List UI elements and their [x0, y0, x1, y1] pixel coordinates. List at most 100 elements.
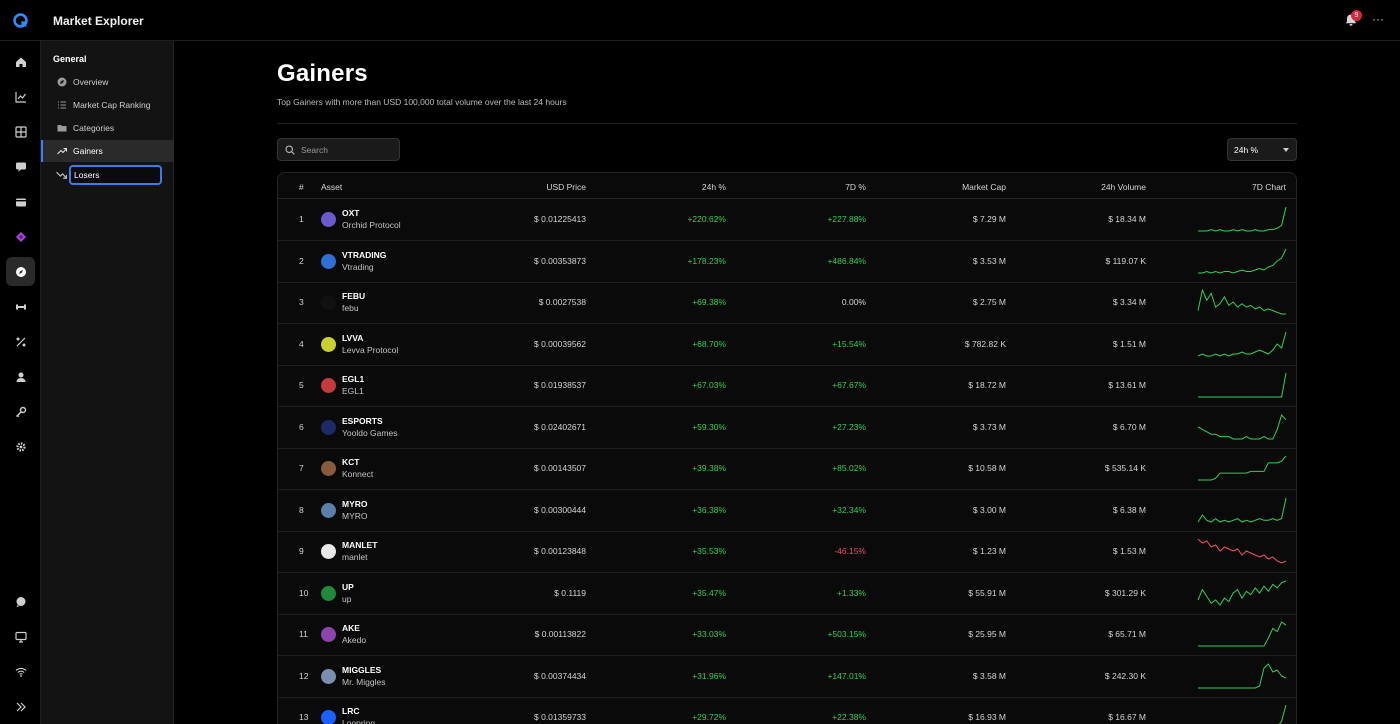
sparkline-line: [1197, 289, 1286, 315]
column-header-rank[interactable]: #: [299, 182, 304, 192]
sparkline-chart: [1197, 331, 1287, 357]
change-24h: +69.38%: [692, 297, 726, 307]
chat-icon[interactable]: [12, 593, 29, 610]
row-rank: 3: [299, 297, 304, 307]
compass-icon[interactable]: [12, 263, 29, 280]
asset-name: EGL1: [342, 386, 364, 396]
column-header-price[interactable]: USD Price: [546, 182, 586, 192]
expand-icon[interactable]: [12, 698, 29, 715]
row-rank: 9: [299, 546, 304, 556]
volume-24h: $ 1.53 M: [1112, 546, 1146, 556]
home-icon[interactable]: [12, 53, 29, 70]
change-7d: -46.15%: [834, 546, 866, 556]
table-row[interactable]: 8 MYRO MYRO $ 0.00300444 +36.38% +32.34%…: [278, 490, 1296, 532]
table-row[interactable]: 3 FEBU febu $ 0.0027538 +69.38% 0.00% $ …: [278, 282, 1296, 324]
asset-symbol[interactable]: MANLET: [342, 540, 377, 550]
app-logo-icon[interactable]: [12, 12, 29, 29]
wifi-icon[interactable]: [12, 663, 29, 680]
percent-icon[interactable]: [12, 333, 29, 350]
sparkline-chart: [1198, 206, 1287, 232]
table-row[interactable]: 10 UP up $ 0.1119 +35.47% +1.33% $ 55.91…: [278, 573, 1296, 615]
volume-24h: $ 301.29 K: [1104, 587, 1146, 598]
column-header-7d[interactable]: 7D %: [845, 182, 866, 192]
sidebar-item-market-cap-ranking[interactable]: Market Cap Ranking: [41, 94, 174, 116]
row-rank: 11: [299, 629, 308, 639]
gainers-table: # Asset USD Price 24h % 7D % Market Cap …: [277, 172, 1297, 724]
wallet-icon[interactable]: [12, 193, 29, 210]
asset-name: Akedo: [342, 635, 367, 645]
search-input[interactable]: [301, 144, 391, 155]
asset-symbol[interactable]: LRC: [342, 706, 359, 716]
usd-price: $ 0.1119: [554, 587, 586, 598]
asset-symbol[interactable]: FEBU: [342, 291, 365, 301]
asset-symbol[interactable]: MIGGLES: [342, 665, 381, 675]
asset-symbol[interactable]: MYRO: [342, 499, 368, 509]
asset-symbol[interactable]: OXT: [342, 208, 359, 218]
asset-name: Orchid Protocol: [342, 220, 401, 230]
row-rank: 5: [299, 380, 304, 390]
sparkline-line: [1198, 662, 1287, 688]
key-icon[interactable]: [12, 403, 29, 420]
column-header-asset[interactable]: Asset: [321, 182, 342, 192]
asset-symbol[interactable]: UP: [342, 582, 354, 592]
dumbbell-icon[interactable]: [12, 298, 29, 315]
asset-symbol[interactable]: EGL1: [342, 374, 364, 384]
sparkline-chart: [1198, 455, 1287, 481]
table-row[interactable]: 11 AKE Akedo $ 0.00113822 +33.03% +503.1…: [278, 614, 1296, 656]
asset-symbol[interactable]: LVVA: [342, 333, 363, 343]
sidebar-item-overview[interactable]: Overview: [41, 71, 174, 93]
table-row[interactable]: 4 LVVA Levva Protocol $ 0.00039562 +68.7…: [278, 324, 1296, 366]
change-24h: +29.72%: [692, 712, 726, 722]
change-24h: +68.70%: [692, 338, 726, 349]
trending-up-icon: [56, 146, 67, 157]
asset-name: Yooldo Games: [342, 427, 398, 438]
coin-logo-icon: [321, 710, 336, 724]
chevron-down-icon: [1283, 148, 1289, 152]
table-row[interactable]: 1 OXT Orchid Protocol $ 0.01225413 +220.…: [278, 199, 1296, 241]
asset-symbol[interactable]: ESPORTS: [342, 416, 383, 426]
app-title: Market Explorer: [53, 14, 144, 28]
monitor-icon[interactable]: [12, 628, 29, 645]
column-header-7d-chart: 7D Chart: [1251, 182, 1286, 192]
sparkline-line: [1278, 704, 1287, 724]
sparkline-chart: [1198, 248, 1287, 274]
divider: [277, 123, 1297, 124]
sidebar-item-categories[interactable]: Categories: [41, 117, 174, 139]
table-row[interactable]: 5 EGL1 EGL1 $ 0.01938537 +67.03% +67.67%…: [278, 365, 1296, 407]
gem-icon[interactable]: [12, 228, 29, 245]
sidebar-item-label: Categories: [73, 123, 115, 133]
grid-icon[interactable]: [12, 123, 29, 140]
asset-symbol[interactable]: AKE: [342, 623, 360, 633]
timeframe-select[interactable]: 24h %: [1227, 138, 1297, 161]
volume-24h: $ 242.30 K: [1104, 670, 1146, 681]
table-row[interactable]: 12 MIGGLES Mr. Miggles $ 0.00374434 +31.…: [278, 656, 1296, 698]
sparkline-line: [1197, 580, 1287, 606]
usd-price: $ 0.01225413: [534, 214, 586, 224]
change-7d: +85.02%: [832, 463, 866, 473]
table-row[interactable]: 6 ESPORTS Yooldo Games $ 0.02402671 +59.…: [278, 407, 1296, 449]
table-row[interactable]: 9 MANLET manlet $ 0.00123848 +35.53% -46…: [278, 531, 1296, 573]
chart-icon[interactable]: [12, 88, 29, 105]
gear-icon[interactable]: [12, 438, 29, 455]
change-24h: +67.03%: [692, 380, 726, 390]
more-menu-button[interactable]: ···: [1372, 12, 1384, 26]
search-field[interactable]: [277, 138, 400, 161]
row-rank: 1: [299, 214, 304, 224]
row-rank: 10: [299, 587, 309, 598]
column-header-24h[interactable]: 24h %: [702, 182, 726, 192]
asset-symbol[interactable]: VTRADING: [342, 250, 386, 260]
table-row[interactable]: 2 VTRADING Vtrading $ 0.00353873 +178.23…: [278, 241, 1296, 283]
usd-price: $ 0.00374434: [534, 670, 586, 681]
column-header-market-cap[interactable]: Market Cap: [962, 182, 1006, 192]
user-icon[interactable]: [12, 368, 29, 385]
column-header-volume[interactable]: 24h Volume: [1101, 182, 1146, 192]
sidebar-item-gainers[interactable]: Gainers: [41, 140, 174, 162]
table-row[interactable]: 13 LRC Loopring $ 0.01359733 +29.72% +22…: [278, 697, 1296, 724]
message-icon[interactable]: [12, 158, 29, 175]
sparkline-chart: [1197, 413, 1287, 439]
asset-symbol[interactable]: KCT: [342, 457, 359, 467]
table-row[interactable]: 7 KCT Konnect $ 0.00143507 +39.38% +85.0…: [278, 448, 1296, 490]
change-24h: +59.30%: [692, 421, 726, 432]
row-rank: 8: [299, 504, 304, 515]
market-cap: $ 10.58 M: [968, 463, 1006, 473]
